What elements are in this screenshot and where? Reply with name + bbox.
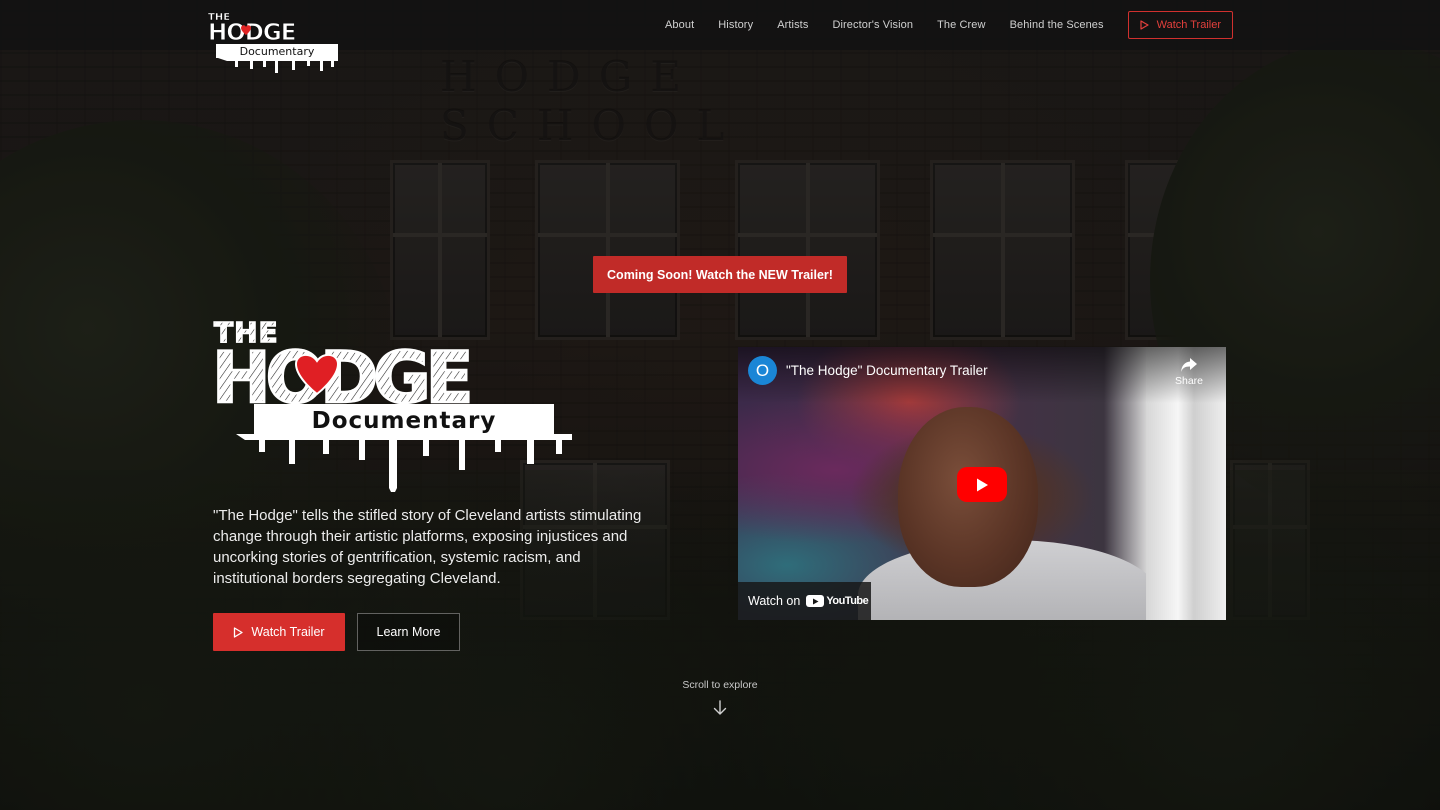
announcement-label: Coming Soon! Watch the NEW Trailer! (607, 267, 833, 282)
play-outline-icon (234, 626, 244, 638)
hero-title-logo: THE HODGE Documentary (212, 316, 572, 492)
nav-link-history[interactable]: History (718, 19, 753, 31)
youtube-logo-text: YouTube (826, 595, 869, 607)
channel-avatar[interactable]: O (748, 356, 777, 385)
nav-links: About History Artists Director's Vision … (665, 0, 1233, 50)
watch-on-youtube-button[interactable]: Watch on YouTube (738, 582, 871, 620)
youtube-play-button[interactable] (957, 467, 1007, 502)
channel-avatar-initial: O (755, 360, 770, 380)
watch-on-label: Watch on (748, 594, 801, 608)
share-arrow-icon (1181, 358, 1197, 372)
hero-description: "The Hodge" tells the stifled story of C… (213, 507, 642, 587)
nav-link-the-crew[interactable]: The Crew (937, 19, 985, 31)
hero-logo-word-documentary: Documentary (312, 408, 497, 434)
hero-logo-skyline-drips (236, 434, 572, 492)
new-trailer-announcement-button[interactable]: Coming Soon! Watch the NEW Trailer! (593, 256, 847, 293)
nav-link-behind-the-scenes[interactable]: Behind the Scenes (1010, 19, 1104, 31)
share-label: Share (1174, 375, 1204, 387)
logo-word-documentary: Documentary (240, 45, 315, 58)
scroll-hint-label: Scroll to explore (682, 679, 758, 691)
arrow-down-icon[interactable] (713, 700, 727, 716)
youtube-logo: YouTube (806, 595, 869, 607)
youtube-play-icon (977, 478, 988, 491)
play-outline-icon (1140, 20, 1149, 30)
logo-skyline-drips (218, 58, 338, 73)
learn-more-button[interactable]: Learn More (357, 613, 460, 651)
youtube-logo-icon (806, 595, 825, 607)
watch-trailer-button[interactable]: Watch Trailer (213, 613, 345, 651)
nav-watch-trailer-label: Watch Trailer (1156, 19, 1221, 31)
share-button[interactable]: Share (1173, 357, 1205, 387)
learn-more-label: Learn More (376, 625, 441, 639)
nav-watch-trailer-button[interactable]: Watch Trailer (1127, 11, 1233, 39)
nav-link-directors-vision[interactable]: Director's Vision (832, 19, 913, 31)
watch-trailer-label: Watch Trailer (251, 625, 325, 639)
site-logo[interactable]: THE HODGE Documentary (206, 10, 342, 74)
logo-word-hodge: HODGE (208, 20, 296, 46)
nav-link-about[interactable]: About (665, 19, 694, 31)
video-title[interactable]: "The Hodge" Documentary Trailer (786, 363, 988, 378)
top-navigation: THE HODGE Documentary About History Arti… (0, 0, 1440, 73)
youtube-trailer-embed[interactable]: O "The Hodge" Documentary Trailer Share … (738, 347, 1226, 620)
nav-link-artists[interactable]: Artists (777, 19, 808, 31)
